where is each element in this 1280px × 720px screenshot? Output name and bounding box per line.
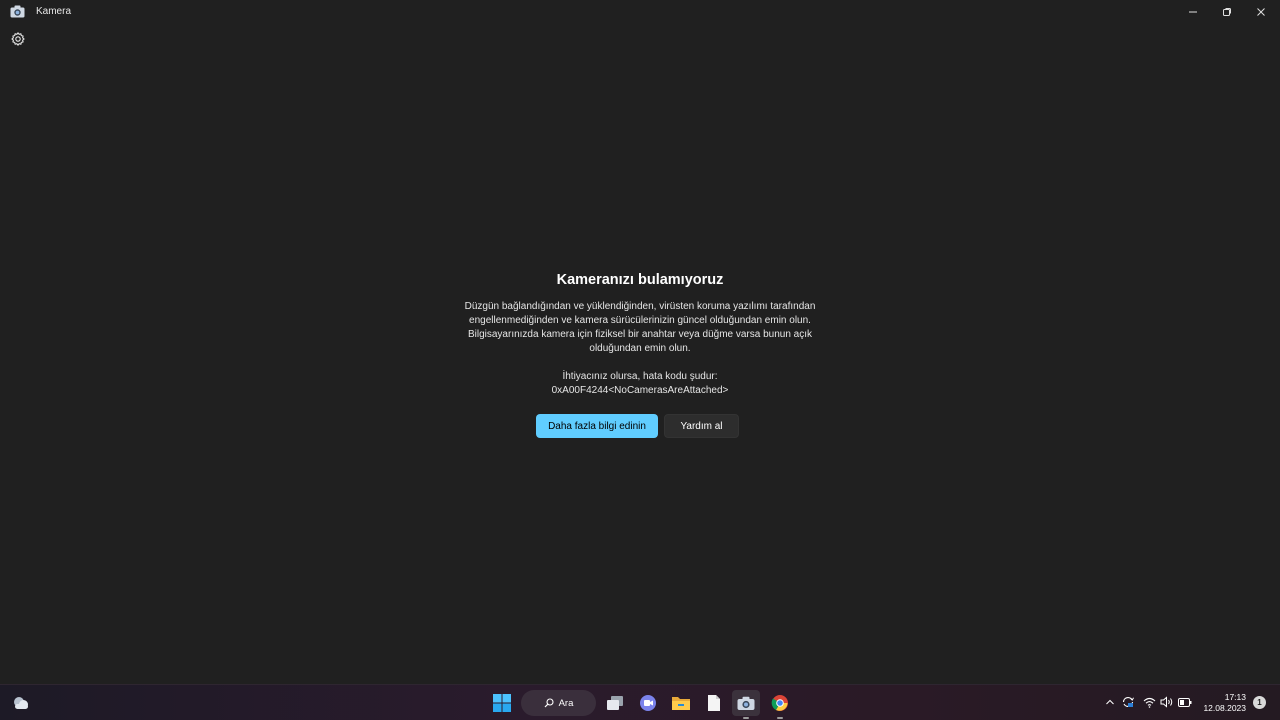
error-line: Bilgisayarınızda kamera için fiziksel bi… [467, 329, 813, 340]
error-code: 0xA00F4244<NoCamerasAreAttached> [551, 385, 729, 396]
camera-app-window: Kamera Kameranızı bulamıyoruz Düzgün bağ… [0, 0, 1280, 684]
restore-button[interactable] [1210, 0, 1244, 24]
search-box[interactable]: Ara [521, 690, 596, 716]
wifi-icon [1143, 697, 1155, 708]
camera-taskbar-button[interactable] [732, 690, 760, 719]
teams-button[interactable] [634, 690, 662, 716]
error-code-label: İhtiyacınız olursa, hata kodu şudur: [562, 371, 718, 382]
minimize-icon [1189, 11, 1197, 13]
show-hidden-icons-button[interactable] [1103, 695, 1117, 709]
settings-button[interactable] [10, 31, 26, 47]
notepad-icon [708, 695, 720, 711]
task-view-icon [607, 696, 623, 710]
sync-tray-button[interactable] [1121, 695, 1135, 709]
task-view-button[interactable] [601, 690, 629, 716]
notepad-button[interactable] [700, 690, 728, 716]
clock[interactable]: 17:13 12.08.2023 [1200, 692, 1246, 714]
error-description: Düzgün bağlandığından ve yüklendiğinden,… [440, 300, 840, 356]
clock-date: 12.08.2023 [1203, 703, 1246, 713]
error-line: engellenmediğinden ve kamera sürücülerin… [469, 315, 811, 326]
error-code-block: İhtiyacınız olursa, hata kodu şudur: 0xA… [440, 370, 840, 398]
gear-icon [11, 32, 25, 46]
chevron-up-icon [1106, 699, 1114, 705]
close-icon [1257, 8, 1265, 16]
chrome-icon [771, 695, 788, 711]
volume-button[interactable] [1160, 695, 1174, 709]
start-icon [493, 694, 511, 712]
error-line: olduğundan emin olun. [589, 343, 691, 354]
network-button[interactable] [1142, 695, 1156, 709]
volume-icon [1160, 696, 1173, 708]
window-title: Kamera [36, 6, 72, 17]
running-indicator [777, 717, 783, 719]
weather-cloud-icon [14, 697, 28, 709]
search-icon [544, 698, 554, 708]
chrome-button[interactable] [766, 690, 794, 719]
start-button[interactable] [488, 690, 516, 716]
search-label: Ara [558, 697, 574, 709]
title-bar[interactable]: Kamera [0, 0, 1280, 24]
file-explorer-icon [672, 697, 690, 710]
file-explorer-button[interactable] [667, 690, 695, 716]
get-help-button[interactable]: Yardım al [664, 414, 739, 438]
error-line: Düzgün bağlandığından ve yüklendiğinden,… [464, 301, 816, 312]
camera-icon [737, 696, 755, 710]
weather-widget[interactable] [7, 690, 35, 716]
active-indicator [743, 717, 749, 719]
battery-icon [1178, 697, 1192, 707]
teams-icon [640, 695, 656, 711]
close-button[interactable] [1244, 0, 1278, 24]
clock-time: 17:13 [1224, 692, 1246, 702]
battery-button[interactable] [1178, 695, 1192, 709]
action-buttons: Daha fazla bilgi edinin Yardım al [536, 414, 739, 438]
taskbar: Ara 17:13 12.08.2023 1 [0, 684, 1280, 720]
error-heading: Kameranızı bulamıyoruz [556, 272, 724, 288]
restore-icon [1223, 8, 1231, 16]
minimize-button[interactable] [1176, 0, 1210, 24]
error-message: Kameranızı bulamıyoruz Düzgün bağlandığı… [440, 270, 840, 398]
learn-more-button[interactable]: Daha fazla bilgi edinin [536, 414, 658, 438]
camera-icon [10, 5, 25, 18]
sync-icon [1122, 697, 1134, 707]
notification-badge[interactable]: 1 [1253, 696, 1266, 709]
